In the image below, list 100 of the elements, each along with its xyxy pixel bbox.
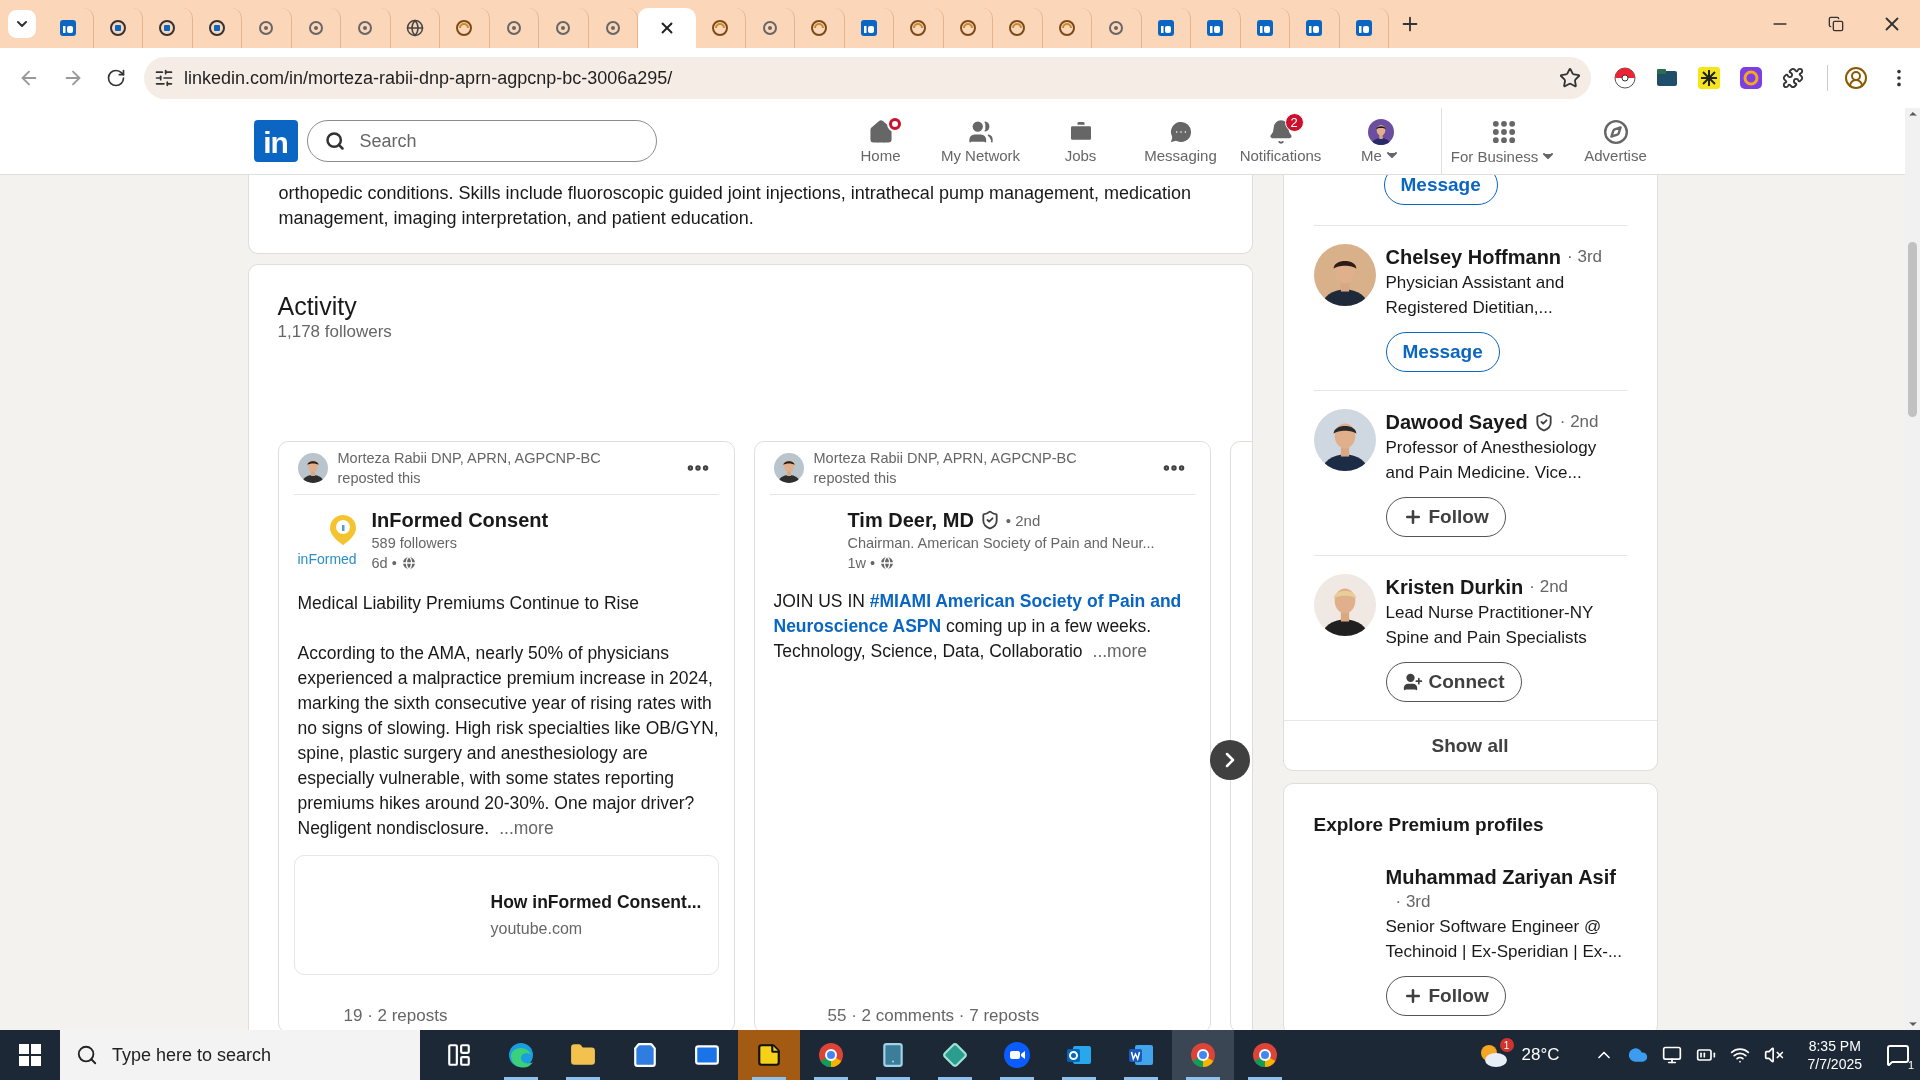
scrollbar-thumb[interactable] <box>1908 241 1917 417</box>
notification-count: 1 <box>1907 1059 1914 1071</box>
dot-icon <box>554 19 573 37</box>
show-all-button[interactable]: Show all <box>1283 720 1657 770</box>
square-icon <box>1255 19 1274 37</box>
nav-item[interactable]: Jobs <box>1030 108 1131 174</box>
nav-item[interactable]: Me <box>1330 108 1431 174</box>
swirl-icon <box>1008 19 1027 37</box>
search-field[interactable]: Search <box>306 120 657 162</box>
scrollbar[interactable] <box>1905 108 1920 1030</box>
reposter-name[interactable]: Morteza Rabii DNP, APRN, AGPCNP-BC <box>337 448 675 468</box>
connection-degree: · 2nd <box>1559 412 1599 432</box>
camera-icon[interactable] <box>1003 1041 1031 1069</box>
person-name[interactable]: Kristen Durkin <box>1385 574 1524 600</box>
wave-icon[interactable] <box>507 1041 535 1069</box>
post-stats[interactable]: 55 · 2 comments · 7 reposts <box>827 1006 1195 1026</box>
bookmark-icon[interactable] <box>1559 67 1581 89</box>
post-time: 6d • <box>371 554 397 573</box>
square-icon <box>59 19 78 37</box>
chrome-icon[interactable] <box>1251 1041 1279 1069</box>
restore-icon[interactable] <box>1828 16 1844 32</box>
clock-time: 8:35 PM <box>1808 1037 1861 1055</box>
message-button[interactable]: Message <box>1385 332 1500 372</box>
task-view-icon[interactable] <box>446 1042 472 1068</box>
site-info-icon[interactable] <box>154 68 174 88</box>
tab-search-button[interactable] <box>8 10 36 38</box>
nav-label: My Network <box>940 146 1021 164</box>
post-text: According to the AMA, nearly 50% of physicians experienced a malpractice premium increase in 2024, marking the sixth consecutive year of rising rates with no signs of slowing. High risk specialties like OB/GYN, spine, plastic surgery and anesthesiology are especially vulnerable, with some states reporting premiums hikes around 20-30%. One major driver? Negligent nondisclosure. ...more <box>297 642 719 840</box>
asterisk-icon[interactable] <box>1698 67 1720 89</box>
connection-degree: · 2nd <box>1529 577 1569 597</box>
browser-tab[interactable] <box>638 8 696 48</box>
tablet-icon[interactable] <box>880 1042 906 1068</box>
mail-icon[interactable] <box>694 1042 720 1068</box>
follow-button[interactable]: Follow <box>1385 976 1506 1016</box>
follow-button[interactable]: Follow <box>1385 497 1506 537</box>
hashtag-link[interactable]: #MIAMI American Society of Pain and <box>869 591 1182 611</box>
more-link[interactable]: ...more <box>1092 641 1147 661</box>
taskbar-search-field[interactable]: Type here to search <box>60 1030 420 1080</box>
swirl-icon <box>958 19 977 37</box>
temperature: 28°C <box>1521 1045 1560 1065</box>
author-name[interactable]: InFormed Consent <box>371 507 549 533</box>
author-name[interactable]: Tim Deer, MD <box>847 507 974 533</box>
connect-button[interactable]: Connect <box>1385 662 1522 702</box>
chrome-icon[interactable] <box>817 1041 845 1069</box>
network-icon[interactable] <box>1729 1045 1750 1065</box>
notifications-icon[interactable] <box>1886 1043 1910 1067</box>
profile-icon[interactable] <box>1844 66 1868 90</box>
preview-source: youtube.com <box>490 918 584 939</box>
site-logo[interactable]: in <box>253 120 298 162</box>
globe-icon <box>400 555 417 571</box>
nav-item[interactable]: Messaging <box>1130 108 1231 174</box>
dot-icon <box>760 19 779 37</box>
ring-icon[interactable] <box>1740 67 1762 89</box>
dot-icon <box>603 19 622 37</box>
folder-icon[interactable] <box>1656 68 1678 88</box>
home-icon <box>867 118 894 145</box>
section-title: Activity <box>277 291 358 321</box>
person-name[interactable]: Muhammad Zariyan Asif <box>1385 864 1616 890</box>
post-stats[interactable]: 19 · 2 reposts <box>343 1006 719 1026</box>
add-person-icon <box>1402 672 1423 692</box>
folder-icon[interactable] <box>570 1042 596 1068</box>
volume-icon[interactable] <box>1763 1045 1784 1065</box>
connection-degree: · 3rd <box>1395 891 1432 913</box>
link-preview[interactable]: How inFormed Consent... youtube.com <box>293 855 719 975</box>
more-link[interactable]: ...more <box>499 818 554 838</box>
reload-icon[interactable] <box>106 68 126 88</box>
nav-item[interactable]: My Network <box>930 108 1031 174</box>
address-bar[interactable]: linkedin.com/in/morteza-rabii-dnp-aprn-agpcnp-bc-3006a295/ <box>144 57 1591 99</box>
nav-item[interactable]: 2 Notifications <box>1230 108 1331 174</box>
chrome-icon[interactable] <box>1189 1041 1217 1069</box>
diamond-icon[interactable] <box>942 1042 968 1068</box>
clock-date: 7/7/2025 <box>1807 1055 1862 1073</box>
reposter-name[interactable]: Morteza Rabii DNP, APRN, AGPCNP-BC <box>813 448 1151 468</box>
bag-icon[interactable] <box>632 1042 658 1068</box>
repost-note: reposted this <box>337 469 422 488</box>
extensions-icon[interactable] <box>1782 67 1804 89</box>
clock[interactable]: 8:35 PM 7/7/2025 <box>1807 1037 1862 1073</box>
post-time: 1w • <box>847 554 876 573</box>
message-button[interactable]: Message <box>1383 175 1498 205</box>
note-icon[interactable] <box>756 1042 782 1068</box>
nav-item[interactable]: For Business <box>1440 108 1566 174</box>
nav-item[interactable]: Home <box>830 108 931 174</box>
repost-note: reposted this <box>813 469 898 488</box>
swirl-icon <box>810 19 829 37</box>
compass-icon <box>1602 118 1629 145</box>
people-icon <box>967 118 994 145</box>
hashtag-link[interactable]: Neuroscience ASPN <box>773 616 942 636</box>
windows-icon[interactable] <box>19 1044 41 1066</box>
cloud-icon[interactable] <box>1627 1045 1648 1065</box>
person-headline: Senior Software Engineer @ Techinoid | Ex-Speridian | Ex-... <box>1385 916 1623 963</box>
ball-icon[interactable] <box>1614 67 1636 89</box>
nav-label: Messaging <box>1144 146 1217 164</box>
swirl-icon <box>909 19 928 37</box>
globe-icon <box>405 19 424 37</box>
next-button[interactable] <box>1209 740 1250 780</box>
person-name[interactable]: Chelsey Hoffmann <box>1385 244 1562 270</box>
person-name[interactable]: Dawood Sayed <box>1385 409 1528 435</box>
dot-icon <box>257 19 276 37</box>
nav-item[interactable]: Advertise <box>1565 108 1666 174</box>
monitor-icon[interactable] <box>1661 1045 1682 1065</box>
